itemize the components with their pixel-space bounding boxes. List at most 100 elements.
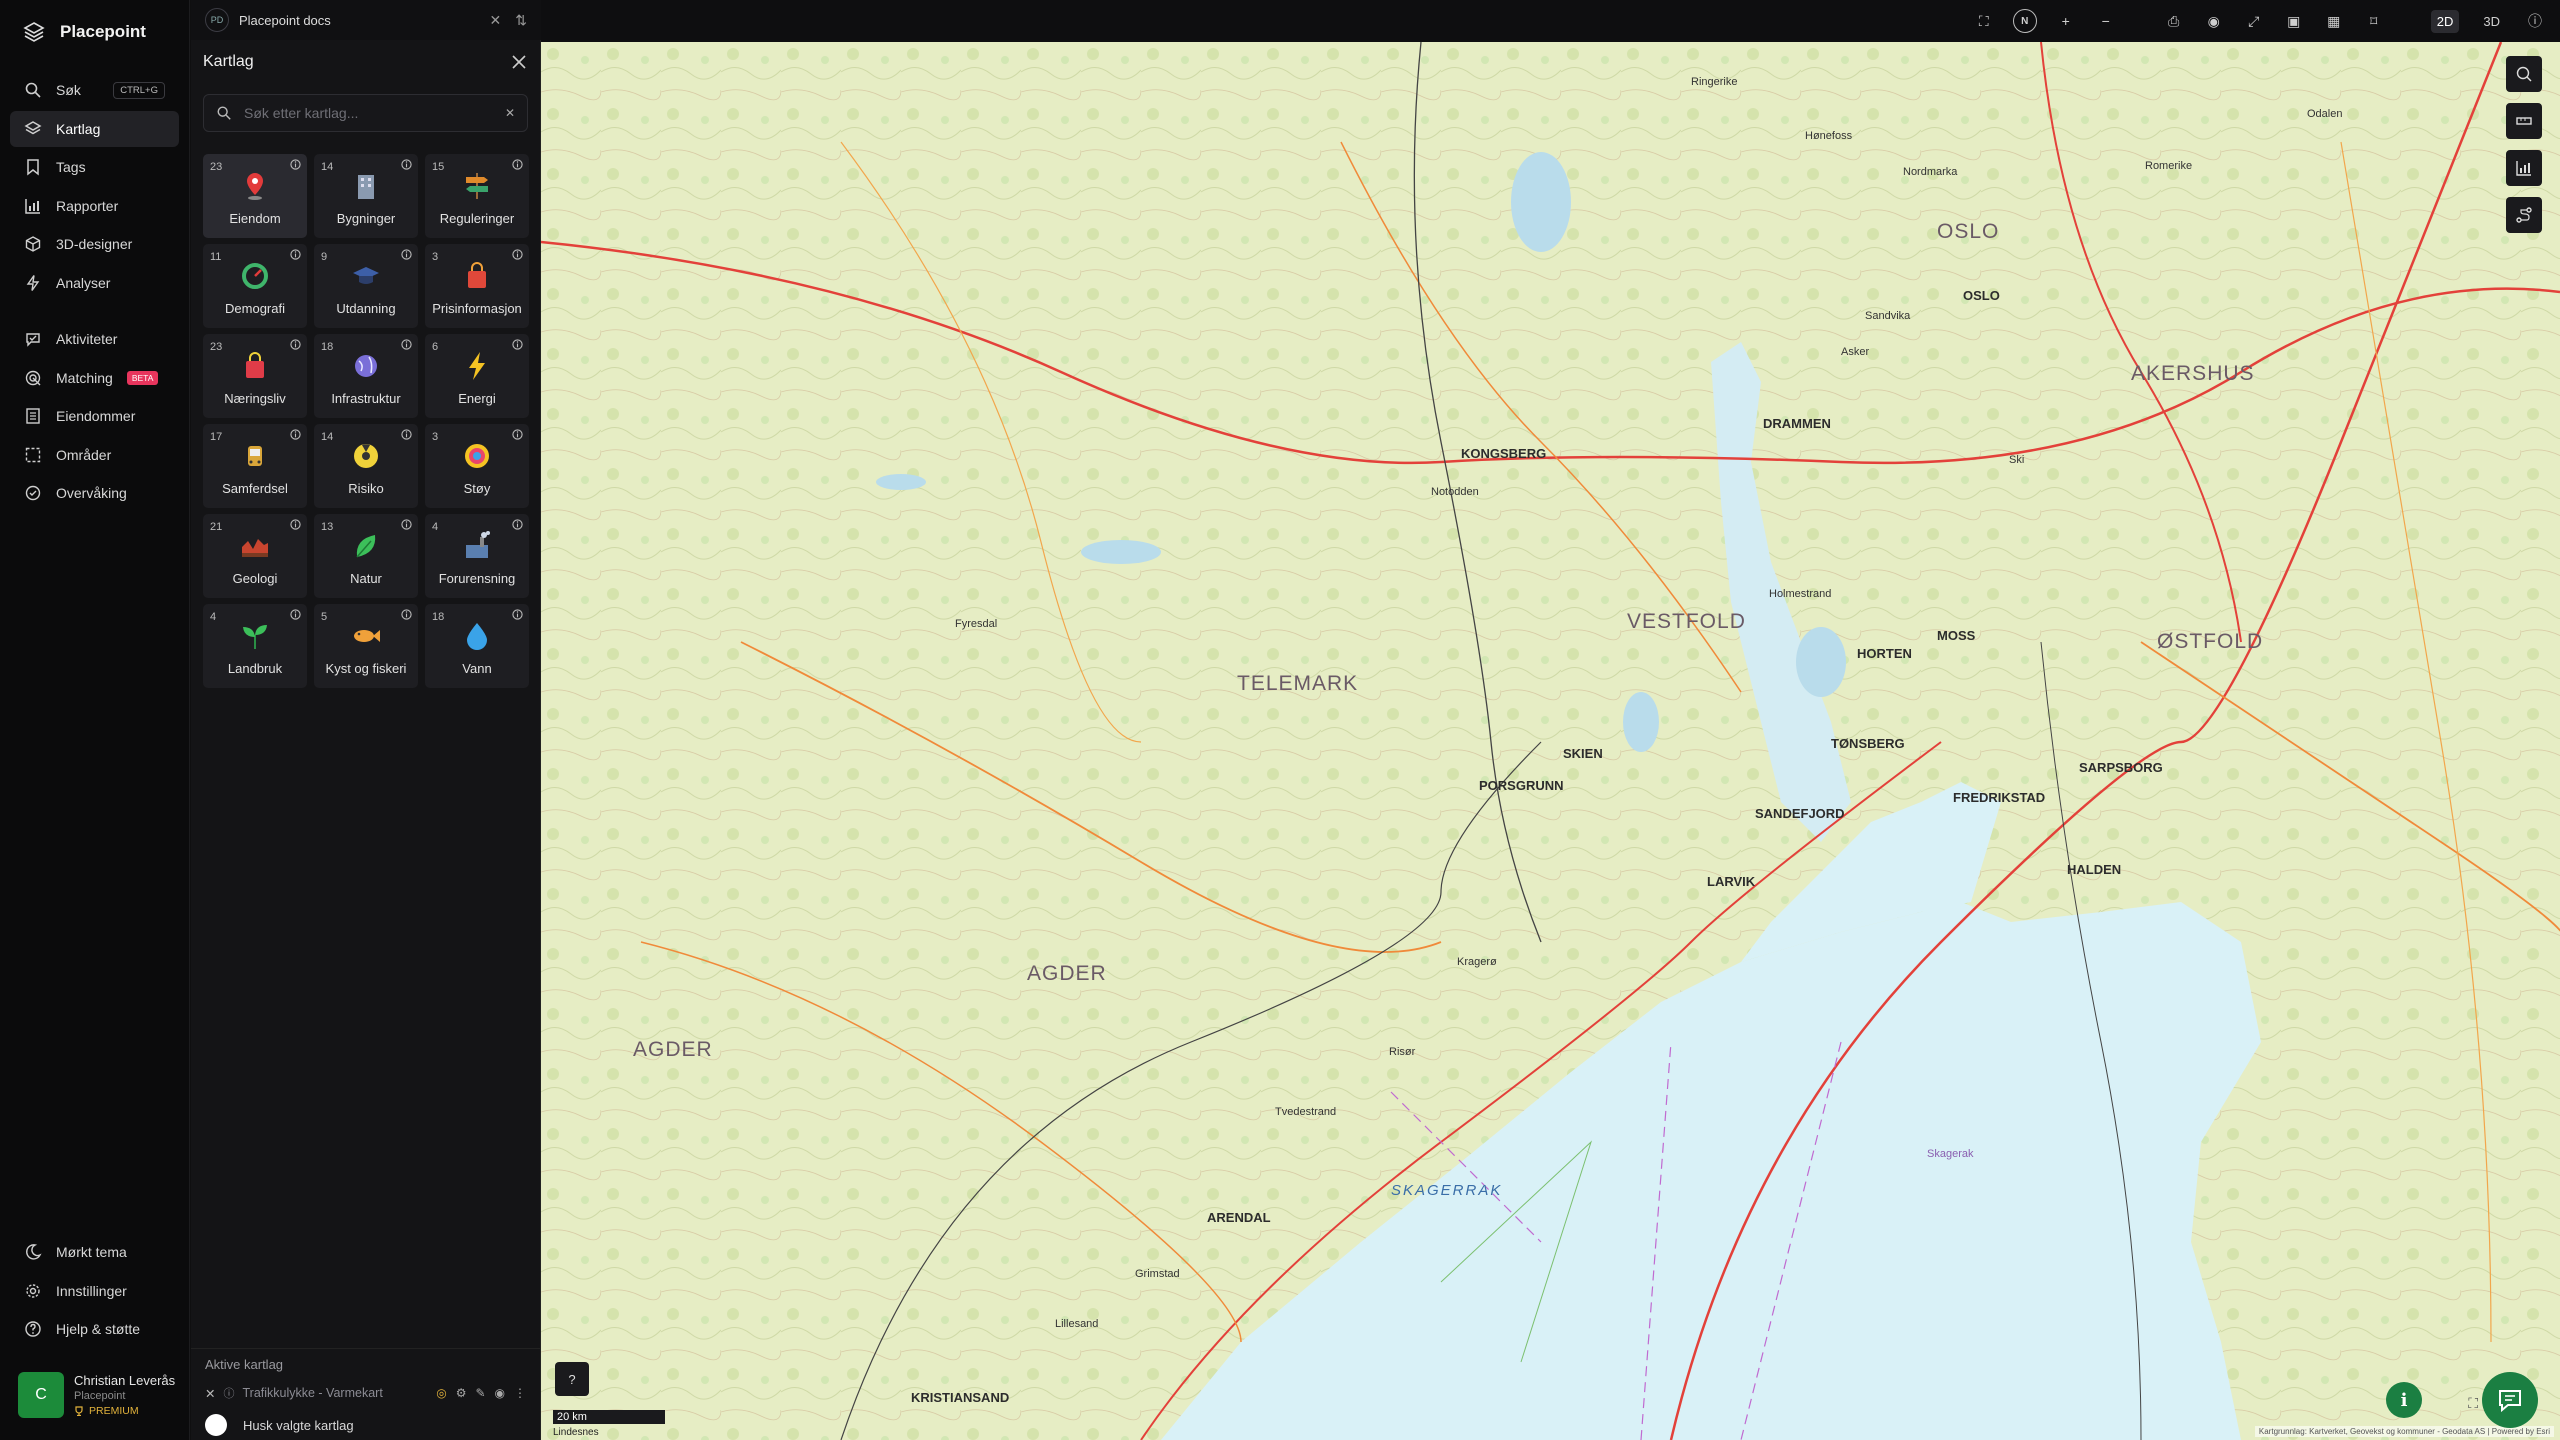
- chevron-updown-icon[interactable]: ⇅: [515, 12, 527, 29]
- nav-item-rapporter[interactable]: Rapporter: [10, 188, 179, 224]
- layer-category-tile[interactable]: 4 Landbruk: [203, 604, 307, 688]
- layer-category-tile[interactable]: 13 Natur: [314, 514, 418, 598]
- nav-item-settings[interactable]: Innstillinger: [10, 1273, 179, 1309]
- document-tab[interactable]: PD Placepoint docs ✕ ⇅: [191, 0, 541, 40]
- layer-category-tile[interactable]: 23 Eiendom: [203, 154, 307, 238]
- brand[interactable]: Placepoint: [0, 0, 189, 64]
- nav-item-search[interactable]: Søk CTRL+G: [10, 72, 179, 108]
- nav-item-omrader[interactable]: Områder: [10, 437, 179, 473]
- layer-category-tile[interactable]: 17 Samferdsel: [203, 424, 307, 508]
- mode-3d-button[interactable]: 3D: [2477, 10, 2506, 33]
- clear-icon[interactable]: ✕: [505, 106, 515, 120]
- info-icon[interactable]: [401, 249, 412, 260]
- info-icon[interactable]: [401, 429, 412, 440]
- layer-category-tile[interactable]: 3 Støy: [425, 424, 529, 508]
- user-profile[interactable]: C Christian Leverås Placepoint PREMIUM: [18, 1372, 175, 1418]
- layer-category-tile[interactable]: 3 Prisinformasjon: [425, 244, 529, 328]
- map-help-button[interactable]: ?: [555, 1362, 589, 1396]
- tilt-icon[interactable]: ⛶: [1973, 10, 1995, 32]
- info-icon[interactable]: [401, 519, 412, 530]
- close-panel-icon[interactable]: [510, 53, 528, 71]
- map-info-button[interactable]: i: [2386, 1382, 2422, 1418]
- layer-category-label: Natur: [350, 571, 382, 586]
- info-icon[interactable]: [290, 339, 301, 350]
- layer-category-tile[interactable]: 14 Bygninger: [314, 154, 418, 238]
- grid-icon[interactable]: ▦: [2323, 10, 2345, 32]
- warning-icon[interactable]: ◎: [436, 1386, 446, 1400]
- layer-category-tile[interactable]: 11 Demografi: [203, 244, 307, 328]
- layer-count: 6: [432, 341, 439, 353]
- map-tool-chart[interactable]: [2506, 150, 2542, 186]
- layer-category-tile[interactable]: 5 Kyst og fiskeri: [314, 604, 418, 688]
- info-icon[interactable]: [512, 159, 523, 170]
- layer-info-icon[interactable]: ⓘ: [223, 1385, 234, 1401]
- nav-item-eiendommer[interactable]: Eiendommer: [10, 398, 179, 434]
- placepoint-logo-icon: [23, 22, 45, 42]
- building-icon: [358, 175, 374, 199]
- info-icon[interactable]: [290, 249, 301, 260]
- map-tool-layers[interactable]: [2506, 56, 2542, 92]
- info-icon[interactable]: [512, 429, 523, 440]
- compass-button[interactable]: N: [2012, 9, 2037, 33]
- nav-item-matching[interactable]: Matching BETA: [10, 360, 179, 396]
- layer-category-tile[interactable]: 23 Næringsliv: [203, 334, 307, 418]
- layer-search-input[interactable]: [244, 105, 493, 121]
- info-icon[interactable]: [401, 609, 412, 620]
- map-tool-measure[interactable]: [2506, 103, 2542, 139]
- info-icon[interactable]: [290, 429, 301, 440]
- nav-item-3d-designer[interactable]: 3D-designer: [10, 226, 179, 262]
- chat-button[interactable]: [2482, 1372, 2538, 1428]
- zoom-out-icon[interactable]: −: [2095, 10, 2117, 32]
- nav-item-help[interactable]: Hjelp & støtte: [10, 1311, 179, 1347]
- layer-category-tile[interactable]: 21 Geologi: [203, 514, 307, 598]
- layer-count: 17: [210, 431, 223, 443]
- map-label-ringerike: Ringerike: [1691, 76, 1738, 88]
- info-icon[interactable]: ⓘ: [2524, 10, 2546, 32]
- panel-title: Kartlag: [203, 53, 254, 70]
- info-icon[interactable]: [512, 609, 523, 620]
- nav-item-analyser[interactable]: Analyser: [10, 265, 179, 301]
- more-icon[interactable]: ⋮: [514, 1386, 526, 1400]
- eye-icon[interactable]: ◉: [2203, 10, 2225, 32]
- layer-category-tile[interactable]: 18 Vann: [425, 604, 529, 688]
- print-icon[interactable]: ⎙: [2163, 10, 2185, 32]
- layer-category-tile[interactable]: 18 Infrastruktur: [314, 334, 418, 418]
- nav-item-tags[interactable]: Tags: [10, 149, 179, 185]
- trophy-icon: [75, 1406, 83, 1416]
- nav-item-aktiviteter[interactable]: Aktiviteter: [10, 321, 179, 357]
- info-icon[interactable]: [512, 249, 523, 260]
- remember-toggle[interactable]: [205, 1414, 227, 1436]
- nav-item-kartlag[interactable]: Kartlag: [10, 110, 179, 147]
- layer-category-tile[interactable]: 15 Reguleringer: [425, 154, 529, 238]
- map-tool-route[interactable]: [2506, 197, 2542, 233]
- visibility-icon[interactable]: ◉: [495, 1386, 505, 1400]
- mode-2d-button[interactable]: 2D: [2430, 9, 2460, 33]
- info-icon[interactable]: [290, 609, 301, 620]
- info-icon[interactable]: [401, 159, 412, 170]
- bookmark-icon[interactable]: ⌑: [2363, 10, 2385, 32]
- layer-category-tile[interactable]: 9 Utdanning: [314, 244, 418, 328]
- nav-item-dark-theme[interactable]: Mørkt tema: [10, 1234, 179, 1270]
- remove-icon[interactable]: ✕: [205, 1386, 215, 1401]
- layer-count: 18: [432, 611, 445, 623]
- zoom-in-icon[interactable]: +: [2055, 10, 2077, 32]
- info-icon[interactable]: [512, 519, 523, 530]
- settings-icon[interactable]: ⚙: [456, 1386, 467, 1400]
- info-icon[interactable]: [512, 339, 523, 350]
- fullscreen-icon[interactable]: ⤢: [2243, 10, 2265, 32]
- nav-item-overvaking[interactable]: Overvåking: [10, 475, 179, 511]
- graduation-cap-icon: [353, 267, 379, 284]
- expand-icon[interactable]: ⛶: [2468, 1395, 2478, 1412]
- info-icon[interactable]: [290, 159, 301, 170]
- close-icon[interactable]: ✕: [490, 12, 502, 29]
- info-icon[interactable]: [401, 339, 412, 350]
- edit-icon[interactable]: ✎: [475, 1386, 485, 1400]
- camera-icon[interactable]: ▣: [2283, 10, 2305, 32]
- layer-category-tile[interactable]: 4 Forurensning: [425, 514, 529, 598]
- map-side-tools: [2506, 56, 2542, 233]
- map-canvas[interactable]: OSLO AKERSHUS VESTFOLD ØSTFOLD TELEMARK …: [541, 42, 2560, 1440]
- map-toolbar: ⛶ N + − ⎙ ◉ ⤢ ▣ ▦ ⌑ 2D 3D ⓘ: [541, 0, 2560, 42]
- layer-category-tile[interactable]: 6 Energi: [425, 334, 529, 418]
- info-icon[interactable]: [290, 519, 301, 530]
- layer-category-tile[interactable]: 14 Risiko: [314, 424, 418, 508]
